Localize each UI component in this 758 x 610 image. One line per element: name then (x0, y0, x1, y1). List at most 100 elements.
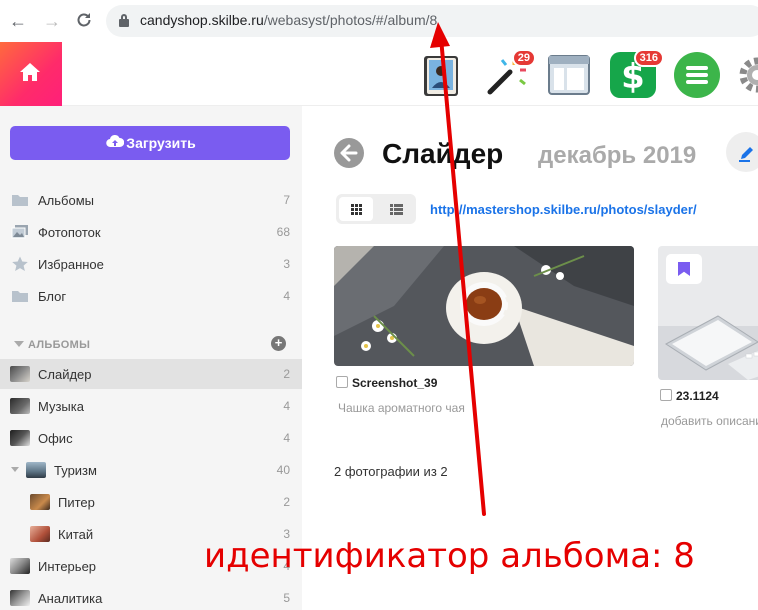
album-item-tourism[interactable]: Туризм 40 (0, 455, 302, 485)
album-count: 5 (283, 591, 290, 605)
app-settings[interactable] (734, 52, 758, 98)
back-arrow-icon[interactable]: ← (8, 11, 28, 31)
sidebar-item-label: Блог (38, 289, 67, 304)
albums-section-header[interactable]: АЛЬБОМЫ + (0, 334, 302, 356)
app-shop[interactable]: $ 316 (610, 49, 664, 98)
sidebar: Загрузить Альбомы 7 Фотопоток 68 Избранн… (0, 106, 302, 610)
url-path: /webasyst/photos/#/album/8 (263, 12, 438, 28)
album-label: Питер (58, 495, 95, 510)
photostream-icon (11, 225, 28, 239)
browser-toolbar: ← → candyshop.skilbe.ru/webasyst/photos/… (0, 0, 758, 42)
photo-name[interactable]: 23.1124 (676, 389, 719, 403)
url-host: candyshop.skilbe.ru (140, 12, 264, 28)
album-label: Музыка (38, 399, 84, 414)
back-button[interactable] (334, 138, 364, 168)
sidebar-item-albums[interactable]: Альбомы 7 (0, 185, 302, 215)
page-title: Слайдер (382, 138, 504, 169)
album-label: Китай (58, 527, 94, 542)
album-thumbnail (10, 366, 30, 382)
address-bar[interactable]: candyshop.skilbe.ru/webasyst/photos/#/al… (106, 5, 758, 37)
album-item-music[interactable]: Музыка 4 (0, 391, 302, 421)
add-album-icon[interactable]: + (271, 336, 286, 351)
gear-icon (739, 57, 758, 93)
photo-name[interactable]: Screenshot_39 (352, 376, 437, 390)
sidebar-item-label: Избранное (38, 257, 104, 272)
sidebar-item-count: 4 (283, 289, 290, 303)
app-site[interactable]: 29 (482, 49, 536, 98)
arrow-left-icon (340, 144, 358, 162)
album-count: 4 (283, 399, 290, 413)
hamburger-icon (686, 66, 708, 84)
album-thumbnail (26, 462, 46, 478)
sidebar-item-count: 7 (283, 193, 290, 207)
grid-icon (351, 204, 362, 215)
sidebar-item-label: Альбомы (38, 193, 94, 208)
album-label: Офис (38, 431, 73, 446)
album-label: Слайдер (38, 367, 92, 382)
edit-button[interactable] (726, 132, 758, 172)
reload-icon[interactable] (74, 11, 94, 31)
list-view-button[interactable] (379, 197, 413, 221)
album-label: Туризм (54, 463, 97, 478)
app-header: 29 $ 316 (0, 42, 758, 106)
album-count: 40 (276, 463, 290, 477)
photo-description[interactable]: добавить описание (661, 414, 758, 428)
star-icon (12, 256, 28, 271)
view-toggle (336, 194, 416, 224)
album-thumbnail (10, 558, 30, 574)
grid-view-button[interactable] (339, 197, 373, 221)
album-count: 2 (283, 495, 290, 509)
album-date: декабрь 2019 (538, 142, 697, 169)
sidebar-item-blog[interactable]: Блог 4 (0, 281, 302, 311)
main-content: Слайдер декабрь 2019 http://mastershop.s… (302, 106, 758, 610)
photo-description[interactable]: Чашка ароматного чая (338, 401, 465, 415)
upload-label: Загрузить (126, 135, 196, 151)
album-item-piter[interactable]: Питер 2 (0, 487, 302, 517)
screen: ← → candyshop.skilbe.ru/webasyst/photos/… (0, 0, 758, 610)
album-public-link[interactable]: http://mastershop.skilbe.ru/photos/slayd… (430, 202, 697, 217)
albums-heading: АЛЬБОМЫ (28, 339, 91, 351)
list-icon (390, 204, 403, 215)
lock-icon (119, 14, 129, 27)
bookmark-icon (678, 262, 690, 276)
photo-count: 2 фотографии из 2 (334, 464, 448, 479)
photo-select-checkbox[interactable] (336, 376, 348, 388)
album-thumbnail (10, 398, 30, 414)
collapse-triangle-icon[interactable] (14, 341, 24, 347)
sidebar-item-count: 3 (283, 257, 290, 271)
app-contacts[interactable] (418, 52, 464, 98)
contacts-icon (424, 56, 458, 96)
expand-triangle-icon[interactable] (11, 467, 19, 472)
home-button[interactable] (0, 42, 62, 106)
sidebar-item-photostream[interactable]: Фотопоток 68 (0, 217, 302, 247)
tea-photo-image (334, 246, 634, 366)
upload-button[interactable]: Загрузить (10, 126, 290, 160)
annotation-label: идентификатор альбома: 8 (204, 536, 695, 576)
album-label: Интерьер (38, 559, 97, 574)
app-menu[interactable] (674, 52, 720, 98)
folder-icon (12, 291, 28, 302)
site-badge: 29 (511, 49, 536, 67)
album-thumbnail (30, 526, 50, 542)
album-item-slider[interactable]: Слайдер 2 (0, 359, 302, 389)
photo-thumbnail[interactable] (334, 246, 634, 366)
album-item-office[interactable]: Офис 4 (0, 423, 302, 453)
album-count: 2 (283, 367, 290, 381)
bookmark-badge[interactable] (666, 254, 702, 284)
url-text[interactable]: candyshop.skilbe.ru/webasyst/photos/#/al… (140, 12, 437, 28)
forward-arrow-icon[interactable]: → (42, 11, 62, 31)
pencil-icon (739, 147, 753, 162)
layout-icon (548, 55, 590, 95)
folder-icon (12, 195, 28, 206)
sidebar-item-favorites[interactable]: Избранное 3 (0, 249, 302, 279)
sidebar-item-label: Фотопоток (38, 225, 101, 240)
album-thumbnail (30, 494, 50, 510)
album-item-analytics[interactable]: Аналитика 5 (0, 583, 302, 610)
sidebar-item-count: 68 (276, 225, 290, 239)
home-icon (20, 63, 40, 81)
app-installer[interactable] (546, 52, 592, 98)
photo-select-checkbox[interactable] (660, 389, 672, 401)
album-label: Аналитика (38, 591, 103, 606)
album-thumbnail (10, 590, 30, 606)
photo-thumbnail[interactable] (658, 246, 758, 380)
